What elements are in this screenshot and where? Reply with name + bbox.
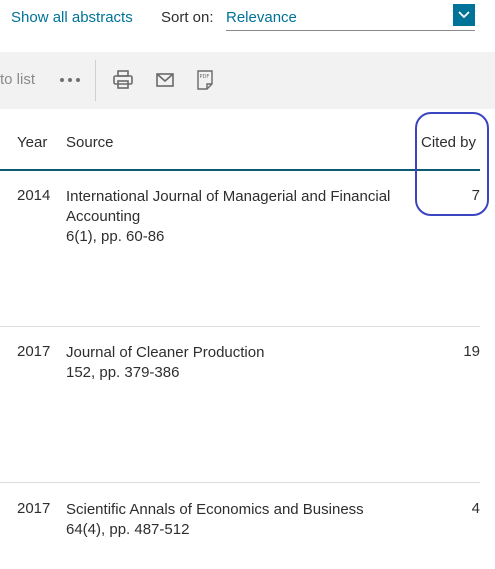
source-title-link[interactable]: Journal of Cleaner Production bbox=[66, 343, 396, 363]
email-icon[interactable] bbox=[153, 68, 177, 92]
sort-select[interactable]: Relevance bbox=[226, 4, 475, 31]
results-toolbar: to list PDF bbox=[0, 52, 495, 109]
column-header-source[interactable]: Source bbox=[66, 134, 114, 151]
source-detail: 152, pp. 379-386 bbox=[66, 364, 180, 381]
results-table-header: Year Source Cited by bbox=[0, 110, 495, 170]
row-source: Scientific Annals of Economics and Busin… bbox=[66, 500, 396, 540]
row-divider bbox=[0, 326, 480, 327]
row-cited-count[interactable]: 19 bbox=[463, 343, 480, 360]
row-divider bbox=[0, 482, 480, 483]
row-cited-count[interactable]: 7 bbox=[472, 187, 480, 204]
row-source: Journal of Cleaner Production 152, pp. 3… bbox=[66, 343, 396, 383]
print-icon[interactable] bbox=[111, 68, 135, 92]
source-title-link[interactable]: International Journal of Managerial and … bbox=[66, 187, 396, 227]
row-cited-count[interactable]: 4 bbox=[472, 500, 480, 517]
column-header-year[interactable]: Year bbox=[17, 134, 47, 151]
show-all-abstracts-link[interactable]: Show all abstracts bbox=[11, 9, 133, 26]
results-topbar: Show all abstracts Sort on: Relevance bbox=[0, 0, 495, 40]
source-detail: 6(1), pp. 60-86 bbox=[66, 228, 165, 245]
svg-text:PDF: PDF bbox=[200, 74, 210, 80]
row-source: International Journal of Managerial and … bbox=[66, 187, 396, 247]
more-icon[interactable] bbox=[58, 72, 82, 88]
toolbar-divider bbox=[95, 60, 96, 101]
pdf-icon[interactable]: PDF bbox=[193, 68, 217, 92]
add-to-list-button[interactable]: to list bbox=[0, 71, 35, 88]
source-detail: 64(4), pp. 487-512 bbox=[66, 521, 190, 538]
row-year: 2017 bbox=[17, 500, 51, 517]
row-year: 2014 bbox=[17, 187, 51, 204]
sort-label: Sort on: bbox=[161, 9, 214, 26]
row-year: 2017 bbox=[17, 343, 51, 360]
chevron-down-icon[interactable] bbox=[453, 4, 475, 26]
header-rule bbox=[0, 169, 480, 171]
column-header-cited-by[interactable]: Cited by bbox=[421, 134, 476, 151]
source-title-link[interactable]: Scientific Annals of Economics and Busin… bbox=[66, 500, 396, 520]
sort-value: Relevance bbox=[226, 9, 297, 26]
